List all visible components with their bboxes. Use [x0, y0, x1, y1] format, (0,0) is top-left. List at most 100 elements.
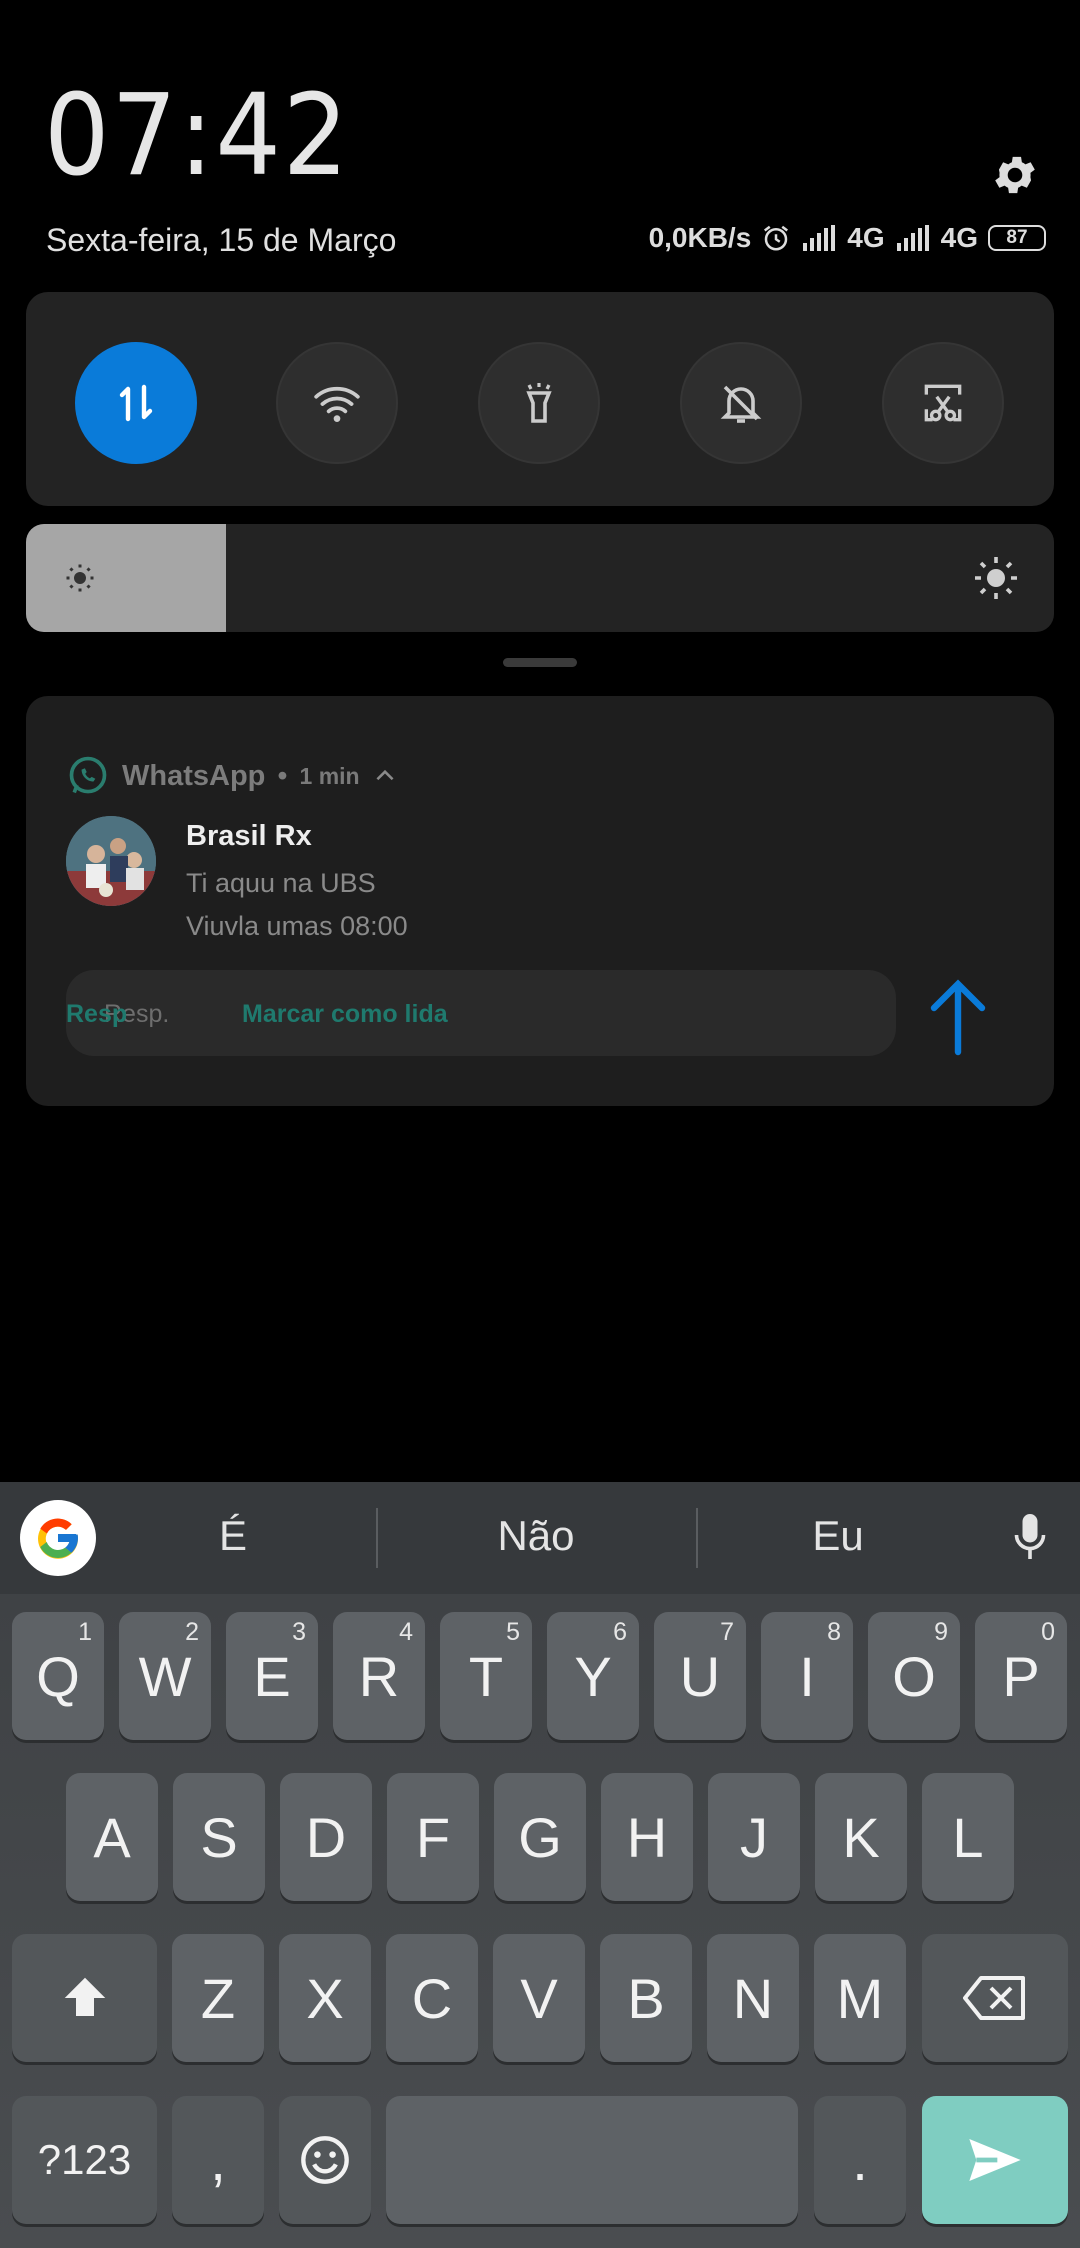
wifi-toggle[interactable]	[276, 342, 398, 464]
send-key[interactable]	[922, 2096, 1068, 2224]
backspace-icon	[963, 1976, 1025, 2020]
shift-key[interactable]	[12, 1934, 157, 2062]
key-k[interactable]: K	[815, 1773, 907, 1901]
key-x[interactable]: X	[279, 1934, 371, 2062]
emoji-icon	[301, 2136, 349, 2184]
key-r[interactable]: R4	[333, 1612, 425, 1740]
comma-key[interactable]: ,	[172, 2096, 264, 2224]
shift-arrow-icon	[64, 1977, 105, 2016]
whatsapp-icon	[69, 756, 107, 794]
clock: 07:42	[44, 71, 351, 201]
key-label: T	[468, 1644, 504, 1708]
signal-icon	[803, 225, 836, 251]
notification-app-name: WhatsApp	[122, 759, 266, 792]
key-hint: 5	[506, 1618, 520, 1646]
notification-header: WhatsApp • 1 min	[66, 754, 398, 798]
status-bar: 0,0KB/s 4G 4G 87	[649, 222, 1046, 254]
bell-off-icon	[720, 385, 762, 423]
key-label: E	[253, 1644, 291, 1708]
flashlight-icon	[526, 383, 552, 423]
separator-dot: •	[277, 759, 288, 792]
send-arrow-icon[interactable]	[928, 976, 988, 1056]
key-c[interactable]: C	[386, 1934, 478, 2062]
key-hint: 2	[185, 1618, 199, 1646]
keyboard: É Não Eu Q1W2E3R4T5Y6U7I8O9P0 ASDFGHJKL …	[0, 1482, 1080, 2248]
key-label: Y	[574, 1644, 612, 1708]
chevron-up-icon[interactable]	[372, 763, 398, 789]
settings-gear-icon[interactable]	[990, 150, 1040, 200]
key-t[interactable]: T5	[440, 1612, 532, 1740]
key-label: U	[679, 1644, 721, 1708]
key-hint: 0	[1041, 1618, 1055, 1646]
backspace-key[interactable]	[922, 1934, 1068, 2062]
suggestion-divider	[696, 1508, 698, 1568]
key-n[interactable]: N	[707, 1934, 799, 2062]
key-p[interactable]: P0	[975, 1612, 1067, 1740]
mark-as-read-button[interactable]: Marcar como lida	[242, 1000, 448, 1029]
reply-button[interactable]: Resp	[66, 1000, 127, 1029]
brightness-slider[interactable]	[26, 524, 1054, 632]
key-label: O	[892, 1644, 936, 1708]
data-arrows-icon	[119, 384, 153, 422]
key-hint: 6	[613, 1618, 627, 1646]
battery-icon: 87	[988, 225, 1046, 251]
screenshot-toggle[interactable]	[882, 342, 1004, 464]
key-w[interactable]: W2	[119, 1612, 211, 1740]
key-g[interactable]: G	[494, 1773, 586, 1901]
suggestion-2[interactable]: Não	[436, 1512, 636, 1560]
net-speed: 0,0KB/s	[648, 222, 752, 253]
signal-icon-2	[896, 225, 929, 251]
date-label: Sexta-feira, 15 de Março	[46, 222, 397, 258]
brightness-fill	[26, 524, 226, 632]
key-q[interactable]: Q1	[12, 1612, 104, 1740]
suggestion-3[interactable]: Eu	[738, 1512, 938, 1560]
key-b[interactable]: B	[600, 1934, 692, 2062]
drag-handle[interactable]	[503, 658, 577, 667]
avatar	[66, 816, 156, 906]
alarm-icon	[764, 225, 789, 251]
key-u[interactable]: U7	[654, 1612, 746, 1740]
brightness-high-icon	[975, 557, 1017, 599]
quick-settings-panel	[26, 292, 1054, 506]
symbols-key[interactable]: ?123	[12, 2096, 157, 2224]
key-h[interactable]: H	[601, 1773, 693, 1901]
key-e[interactable]: E3	[226, 1612, 318, 1740]
key-hint: 7	[720, 1618, 734, 1646]
key-y[interactable]: Y6	[547, 1612, 639, 1740]
scissors-screenshot-icon	[924, 384, 962, 422]
key-s[interactable]: S	[173, 1773, 265, 1901]
key-j[interactable]: J	[708, 1773, 800, 1901]
wifi-icon	[314, 386, 360, 422]
key-label: I	[799, 1644, 815, 1708]
brightness-low-icon	[66, 564, 94, 592]
sender-name: Brasil Rx	[186, 820, 312, 852]
key-label: Q	[36, 1644, 80, 1708]
key-a[interactable]: A	[66, 1773, 158, 1901]
key-hint: 8	[827, 1618, 841, 1646]
emoji-key[interactable]	[279, 2096, 371, 2224]
microphone-icon[interactable]	[1012, 1512, 1048, 1564]
suggestion-1[interactable]: É	[133, 1512, 333, 1560]
network-type-1: 4G	[847, 222, 885, 253]
whatsapp-notification[interactable]: WhatsApp • 1 min Brasil Rx Ti aquu na UB…	[26, 696, 1054, 1106]
battery-level: 87	[1006, 227, 1028, 248]
key-l[interactable]: L	[922, 1773, 1014, 1901]
silent-toggle[interactable]	[680, 342, 802, 464]
reply-bar[interactable]: Resp. Resp Marcar como lida	[66, 970, 896, 1056]
google-g-icon[interactable]	[20, 1500, 96, 1576]
notification-time: 1 min	[299, 762, 360, 789]
key-hint: 3	[292, 1618, 306, 1646]
suggestion-divider	[376, 1508, 378, 1568]
key-i[interactable]: I8	[761, 1612, 853, 1740]
key-v[interactable]: V	[493, 1934, 585, 2062]
network-type-2: 4G	[940, 222, 978, 253]
key-o[interactable]: O9	[868, 1612, 960, 1740]
flashlight-toggle[interactable]	[478, 342, 600, 464]
mobile-data-toggle[interactable]	[75, 342, 197, 464]
key-z[interactable]: Z	[172, 1934, 264, 2062]
period-key[interactable]: .	[814, 2096, 906, 2224]
key-d[interactable]: D	[280, 1773, 372, 1901]
space-key[interactable]	[386, 2096, 798, 2224]
key-m[interactable]: M	[814, 1934, 906, 2062]
key-f[interactable]: F	[387, 1773, 479, 1901]
